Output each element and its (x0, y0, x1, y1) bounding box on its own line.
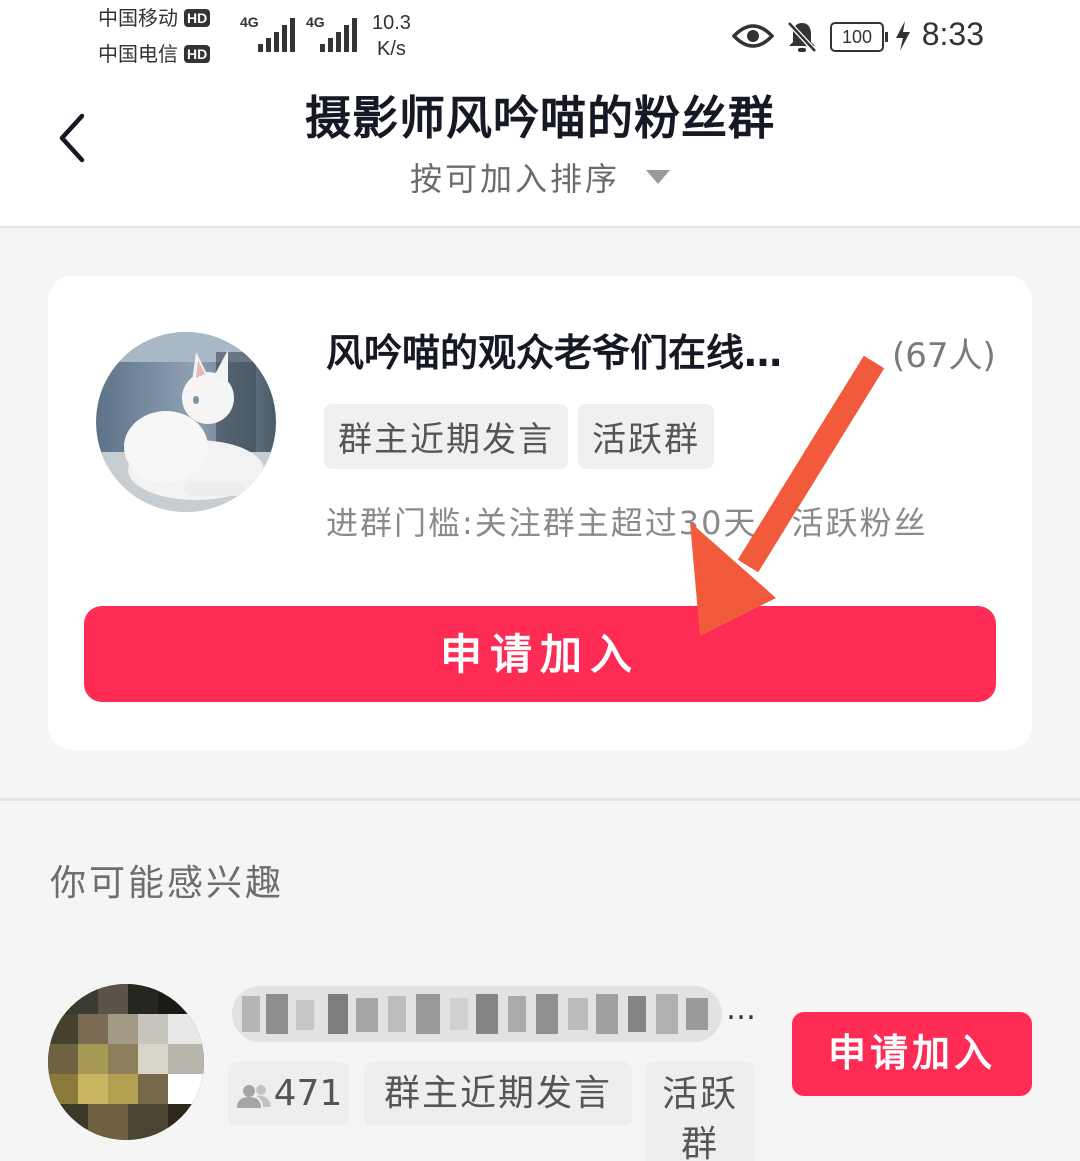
apply-join-button[interactable]: 申请加入 (84, 606, 996, 702)
tag-active-group: 活跃群 (646, 1062, 754, 1161)
pixelated-avatar-image (48, 984, 204, 1140)
hd-badge: HD (184, 45, 211, 63)
hd-badge: HD (184, 9, 211, 27)
network-speed: 10.3 K/s (372, 10, 411, 62)
signal-icon (320, 18, 360, 52)
section-divider (0, 798, 1080, 801)
speed-unit: K/s (377, 38, 406, 60)
tag-owner-active: 群主近期发言 (364, 1062, 632, 1126)
cat-photo-image (96, 332, 276, 512)
group-member-count: (67人) (892, 336, 996, 376)
signal-icon (258, 18, 298, 52)
clock: 8:33 (921, 16, 984, 52)
carrier-2-label: 中国电信 (98, 42, 178, 66)
blurred-name-image (232, 986, 722, 1042)
page-title: 摄影师风吟喵的粉丝群 (305, 91, 775, 145)
dropdown-triangle-icon (646, 170, 670, 184)
join-threshold: 进群门槛:关注群主超过30天、活跃粉丝 (326, 504, 928, 542)
recommend-section-title: 你可能感兴趣 (50, 863, 285, 904)
carrier-1-label: 中国移动 (98, 6, 178, 30)
group-avatar[interactable] (96, 332, 276, 512)
carrier-2: 中国电信 HD (98, 42, 211, 66)
group-tags: 群主近期发言 活跃群 (324, 404, 724, 469)
eye-icon (732, 24, 774, 48)
battery-icon: 100 (830, 22, 888, 52)
member-count-tag: 471 (228, 1062, 350, 1126)
speed-value: 10.3 (372, 12, 411, 34)
group-name: 风吟喵的观众老爷们在线… (326, 331, 783, 375)
recommend-avatar[interactable] (48, 984, 204, 1140)
carrier-1: 中国移动 HD (98, 6, 211, 30)
nav-header: 摄影师风吟喵的粉丝群 按可加入排序 (0, 72, 1080, 228)
tag-owner-active: 群主近期发言 (324, 404, 568, 469)
recommend-apply-join-button[interactable]: 申请加入 (792, 1012, 1032, 1096)
battery-level: 100 (841, 27, 873, 47)
group-card: 风吟喵的观众老爷们在线… (67人) 群主近期发言 活跃群 进群门槛:关注群主超过… (48, 276, 1032, 750)
member-count: 471 (273, 1073, 343, 1114)
charging-bolt-icon (896, 21, 910, 51)
recommend-group-name-blurred (232, 986, 722, 1042)
network-type-1: 4G (240, 14, 259, 30)
sort-dropdown[interactable]: 按可加入排序 (0, 154, 1080, 200)
status-bar: 中国移动 HD 中国电信 HD 4G 4G 10.3 K/s 100 8:33 (0, 0, 1080, 72)
bell-off-icon (787, 21, 817, 53)
members-icon (236, 1085, 271, 1108)
sort-label: 按可加入排序 (409, 160, 620, 198)
recommend-name-ellipsis: … (726, 992, 756, 1027)
tag-active-group: 活跃群 (578, 404, 714, 469)
screen: 中国移动 HD 中国电信 HD 4G 4G 10.3 K/s 100 8:33 … (0, 0, 1080, 1161)
